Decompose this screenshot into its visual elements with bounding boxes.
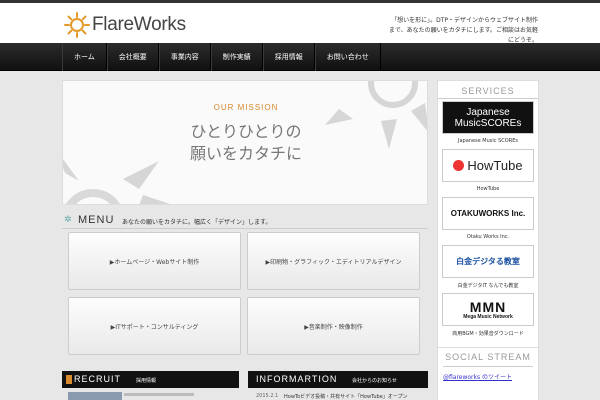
page: FlareWorks 「想いを形に」。DTP・デザインからウェブサイト制作まで、… (0, 0, 600, 400)
menu-button-web[interactable]: ▶ホームページ・Webサイト制作 (68, 232, 241, 290)
nav-item-contact[interactable]: お問い合わせ (314, 43, 381, 71)
info-date: 2015.2.1 (256, 393, 279, 399)
hero-headline: ひとりひとりの 願いをカタチに (63, 121, 427, 165)
hero-line-2: 願いをカタチに (189, 144, 302, 163)
otaku-works-logo: OTAKUWORKS Inc. (442, 197, 534, 230)
menu-button-it[interactable]: ▶ITサポート・コンサルティング (68, 297, 241, 355)
sparkle-icon: ✲ (64, 215, 72, 225)
recruit-marker-icon (66, 375, 72, 384)
logo-text: FlareWorks (92, 14, 186, 35)
information-bar[interactable]: INFORMARTION 会社からのお知らせ (248, 371, 428, 388)
service-caption: 商用BGM・効果音ダウンロード (452, 331, 524, 337)
recruit-photo (68, 392, 122, 400)
recruit-text-line (124, 393, 194, 396)
social-stream: SOCIAL STREAM @flareworks のツイート (437, 347, 539, 400)
service-caption: Otaku Works Inc. (466, 234, 510, 240)
divider (443, 366, 533, 367)
service-caption: HowTube (476, 186, 500, 192)
information-sub: 会社からのお知らせ (352, 378, 397, 384)
twitter-link[interactable]: @flareworks のツイート (443, 372, 512, 381)
services-title: SERVICES (438, 83, 538, 99)
menu-description: あなたの願いをカタチに。幅広く「デザイン」します。 (122, 219, 272, 226)
menu-heading: ✲ MENU あなたの願いをカタチに。幅広く「デザイン」します。 (62, 213, 428, 229)
nav-item-business[interactable]: 事業内容 (158, 43, 211, 71)
header: FlareWorks 「想いを形に」。DTP・デザインからウェブサイト制作まで、… (0, 0, 600, 44)
menu-button-music[interactable]: ▶音楽制作・映像制作 (247, 297, 420, 355)
information-label: INFORMARTION (256, 374, 338, 384)
menu-button-print[interactable]: ▶印刷物・グラフィック・エディトリアルデザイン (247, 232, 420, 290)
sidebar: SERVICES Japanese MusicSCOREs Japanese M… (437, 80, 539, 370)
social-title: SOCIAL STREAM (445, 352, 531, 362)
service-caption: Japanese Music SCOREs (458, 138, 518, 144)
shirokane-digital-logo: 白金デジタる教室 (442, 245, 534, 278)
japanese-music-scores-logo: Japanese MusicSCOREs (442, 101, 534, 134)
nav-item-works[interactable]: 制作実績 (210, 43, 263, 71)
menu-title: MENU (78, 214, 115, 226)
sun-logo-icon (64, 12, 90, 38)
service-caption: 白金デジタIT なんでも教室 (457, 283, 519, 289)
recruit-bar[interactable]: RECRUIT 採用情報 (62, 371, 239, 388)
hero-line-1: ひとりひとりの (190, 122, 302, 141)
recruit-sub: 採用情報 (136, 378, 157, 384)
hero-banner: OUR MISSION ひとりひとりの 願いをカタチに (62, 80, 428, 205)
mmn-mark-icon: MMN (469, 298, 507, 315)
service-japanese-music-scores[interactable]: Japanese MusicSCOREs Japanese Music SCOR… (442, 101, 534, 144)
info-headline[interactable]: HowToビデオ投稿・共有サイト「HowTube」オープン (284, 393, 424, 400)
header-tagline: 「想いを形に」。DTP・デザインからウェブサイト制作まで、あなたの願いをカタチに… (388, 17, 538, 44)
howtube-logo: HowTube (442, 149, 534, 182)
global-nav: ホーム 会社概要 事業内容 制作実績 採用情報 お問い合わせ (0, 43, 600, 71)
mega-music-network-logo: MMN Mega Music Network (442, 293, 534, 326)
logo[interactable]: FlareWorks (64, 12, 186, 38)
service-howtube[interactable]: HowTube HowTube (442, 149, 534, 192)
nav-item-home[interactable]: ホーム (62, 43, 107, 71)
recruit-label: RECRUIT (74, 374, 121, 384)
main-content: OUR MISSION ひとりひとりの 願いをカタチに ✲ MENU あなたの願… (62, 80, 429, 400)
nav-item-recruit[interactable]: 採用情報 (262, 43, 315, 71)
service-otaku-works[interactable]: OTAKUWORKS Inc. Otaku Works Inc. (442, 197, 534, 240)
nav-item-company[interactable]: 会社概要 (106, 43, 159, 71)
service-shirokane-digital[interactable]: 白金デジタる教室 白金デジタIT なんでも教室 (442, 245, 534, 289)
service-mega-music-network[interactable]: MMN Mega Music Network 商用BGM・効果音ダウンロード (442, 293, 534, 337)
howtube-badge-icon (453, 160, 465, 171)
mission-label: OUR MISSION (213, 103, 279, 112)
